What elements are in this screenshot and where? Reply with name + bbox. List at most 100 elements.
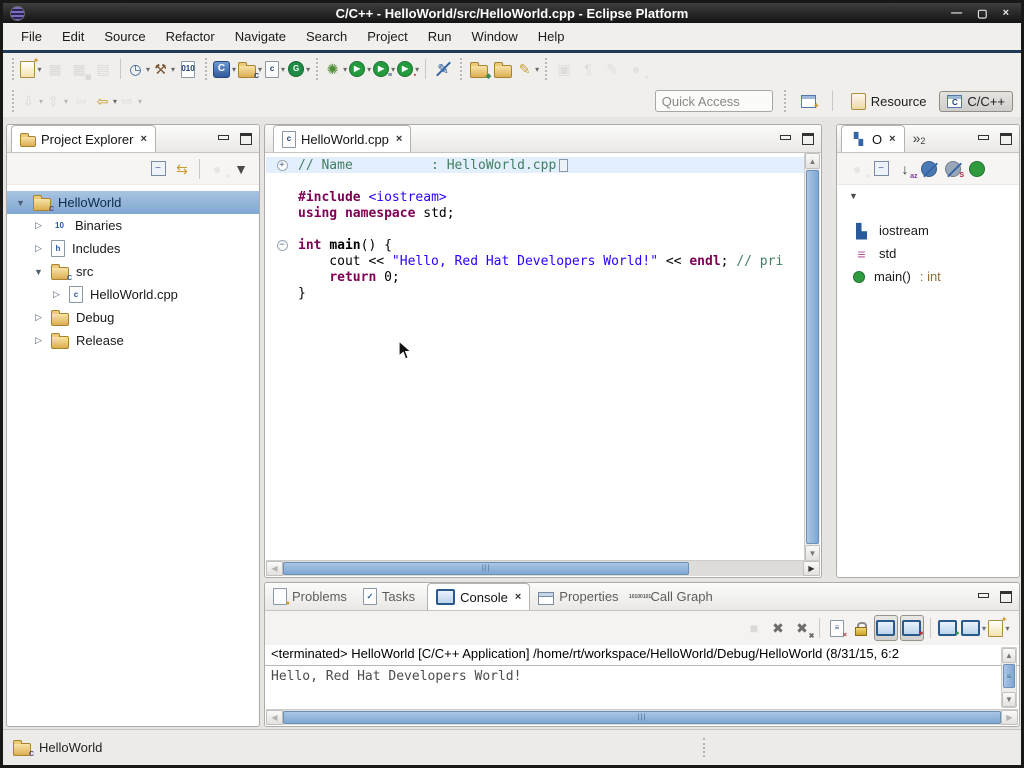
code-line[interactable]: using namespace std; <box>266 205 805 221</box>
code-line[interactable]: +// Name : HelloWorld.cpp <box>266 157 805 173</box>
tree-item-src[interactable]: ▼Csrc <box>7 260 259 283</box>
expand-arrow-icon[interactable]: ▷ <box>33 312 44 323</box>
dropdown-arrow-icon[interactable]: ▾ <box>343 65 347 74</box>
new-source-file-button[interactable]: c▾ <box>264 57 286 81</box>
pin-console-button[interactable]: ● <box>937 616 959 640</box>
highlight-button[interactable]: ✎▾ <box>516 57 539 81</box>
show-stderr-button[interactable]: ● <box>900 615 924 641</box>
maximize-editor-icon[interactable] <box>802 133 814 144</box>
link-with-editor-button[interactable]: ⇆ <box>171 157 193 181</box>
close-view-icon[interactable]: × <box>515 591 521 603</box>
minimize-view-icon[interactable] <box>217 133 229 144</box>
minimize-outline-icon[interactable] <box>977 133 989 144</box>
dropdown-arrow-icon[interactable]: ▾ <box>367 65 371 74</box>
scroll-up-icon[interactable]: ▲ <box>805 153 820 169</box>
menu-navigate[interactable]: Navigate <box>225 25 296 48</box>
view-stack-overflow[interactable]: » 2 <box>913 130 926 152</box>
clear-console-button[interactable]: ≡× <box>826 616 848 640</box>
close-window-icon[interactable]: × <box>1003 7 1009 20</box>
scroll-track[interactable] <box>689 561 803 576</box>
dropdown-arrow-icon[interactable]: ▾ <box>306 65 310 74</box>
expand-arrow-icon[interactable]: ▷ <box>33 243 44 254</box>
tree-item-release[interactable]: ▷Release <box>7 329 259 352</box>
console-horizontal-scrollbar[interactable]: ◀ ||| ▶ <box>266 709 1018 725</box>
code-line[interactable]: return 0; <box>266 269 805 285</box>
hide-fields-button[interactable] <box>918 157 940 181</box>
tab-console[interactable]: Console× <box>427 583 530 610</box>
tab-helloworld-cpp[interactable]: c HelloWorld.cpp × <box>273 125 411 152</box>
outline-item-iostream[interactable]: ▙iostream <box>837 219 1019 242</box>
console-vertical-scrollbar[interactable]: ▲ ≡ ▼ <box>1001 647 1017 708</box>
console-vscroll-thumb[interactable]: ≡ <box>1003 664 1015 688</box>
outline-item-main[interactable]: main() : int <box>837 265 1019 288</box>
open-console-button[interactable]: ▾ <box>988 616 1010 640</box>
editor-horizontal-scrollbar[interactable]: ◀ ||| ▶ <box>266 560 820 576</box>
dropdown-arrow-icon[interactable]: ▾ <box>535 65 539 74</box>
dropdown-arrow-icon[interactable]: ▾ <box>232 65 236 74</box>
menu-project[interactable]: Project <box>357 25 417 48</box>
collapse-all-button[interactable]: − <box>870 157 892 181</box>
fold-minus-icon[interactable]: − <box>266 240 298 251</box>
tab-tasks[interactable]: ✓Tasks <box>355 583 423 610</box>
minimize-window-icon[interactable]: — <box>951 7 962 20</box>
debug-button[interactable]: ✺▾ <box>324 57 347 81</box>
maximize-view-icon[interactable] <box>240 133 252 144</box>
dropdown-arrow-icon[interactable]: ▾ <box>982 624 986 633</box>
skip-breakpoints-button[interactable]: ✎ <box>432 57 454 81</box>
dropdown-arrow-icon[interactable]: ▾ <box>39 97 43 106</box>
dropdown-arrow-icon[interactable]: ▾ <box>146 65 150 74</box>
tree-item-helloworld-cpp[interactable]: ▷cHelloWorld.cpp <box>7 283 259 306</box>
tab-problems[interactable]: ●Problems <box>265 583 355 610</box>
code-line[interactable]: cout << "Hello, Red Hat Developers World… <box>266 253 805 269</box>
editor-hscroll-thumb[interactable]: ||| <box>283 562 689 575</box>
wizard-g-button[interactable]: G▾ <box>288 57 310 81</box>
dropdown-arrow-icon[interactable]: ▾ <box>281 65 285 74</box>
menu-run[interactable]: Run <box>418 25 462 48</box>
remove-all-launches-button[interactable]: ✖✖ <box>791 616 813 640</box>
dropdown-arrow-icon[interactable]: ▾ <box>171 65 175 74</box>
remove-launch-button[interactable]: ✖ <box>767 616 789 640</box>
tab-project-explorer[interactable]: Project Explorer × <box>11 125 156 152</box>
view-menu-button[interactable]: ▼ <box>230 157 252 181</box>
profile-button[interactable]: ◷▾ <box>127 57 150 81</box>
perspective-cpp-button[interactable]: C C/C++ <box>939 91 1013 112</box>
editor-vscroll-thumb[interactable] <box>806 170 819 544</box>
maximize-outline-icon[interactable] <box>1000 133 1012 144</box>
folded-region-icon[interactable] <box>559 159 568 172</box>
menu-help[interactable]: Help <box>528 25 575 48</box>
dropdown-arrow-icon[interactable]: ▾ <box>37 65 41 74</box>
run-button[interactable]: ▶▾ <box>349 57 371 81</box>
tab-call-graph[interactable]: 10100101Call Graph <box>627 583 721 610</box>
sort-button[interactable]: ↓az <box>894 157 916 181</box>
run-history-button[interactable]: ▶≡▾ <box>373 57 395 81</box>
editor-vertical-scrollbar[interactable]: ▲ ▼ <box>804 153 820 561</box>
scroll-lock-button[interactable] <box>850 616 872 640</box>
scroll-down-icon[interactable]: ▼ <box>805 545 820 561</box>
menu-search[interactable]: Search <box>296 25 357 48</box>
quick-access-input[interactable] <box>655 90 773 112</box>
expand-arrow-icon[interactable]: ▷ <box>33 220 44 231</box>
new-c-project-button[interactable]: C▾ <box>213 57 236 81</box>
code-line[interactable] <box>266 173 805 189</box>
fold-plus-icon[interactable]: + <box>266 160 298 171</box>
collapse-all-button[interactable]: − <box>147 157 169 181</box>
code-line[interactable] <box>266 221 805 237</box>
console-scroll-right-icon[interactable]: ▶ <box>1001 710 1018 725</box>
new-wizard-button[interactable]: ▾ <box>20 57 42 81</box>
close-outline-icon[interactable]: × <box>889 133 895 145</box>
outline-view-menu-icon[interactable]: ▼ <box>849 191 858 201</box>
menu-refactor[interactable]: Refactor <box>156 25 225 48</box>
collapse-arrow-icon[interactable]: ▼ <box>33 267 44 277</box>
maximize-window-icon[interactable]: ▢ <box>977 7 987 20</box>
console-scroll-down-icon[interactable]: ▼ <box>1002 692 1016 707</box>
tree-item-includes[interactable]: ▷hIncludes <box>7 237 259 260</box>
expand-arrow-icon[interactable]: ▷ <box>51 289 62 300</box>
menu-window[interactable]: Window <box>462 25 528 48</box>
build-button[interactable]: ⚒▾ <box>152 57 175 81</box>
menu-source[interactable]: Source <box>94 25 155 48</box>
dropdown-arrow-icon[interactable]: ▾ <box>64 97 68 106</box>
console-hscroll-thumb[interactable]: ||| <box>283 711 1001 724</box>
tree-item-helloworld[interactable]: ▼CHelloWorld <box>7 191 259 214</box>
expand-arrow-icon[interactable]: ▷ <box>33 335 44 346</box>
menu-file[interactable]: File <box>11 25 52 48</box>
